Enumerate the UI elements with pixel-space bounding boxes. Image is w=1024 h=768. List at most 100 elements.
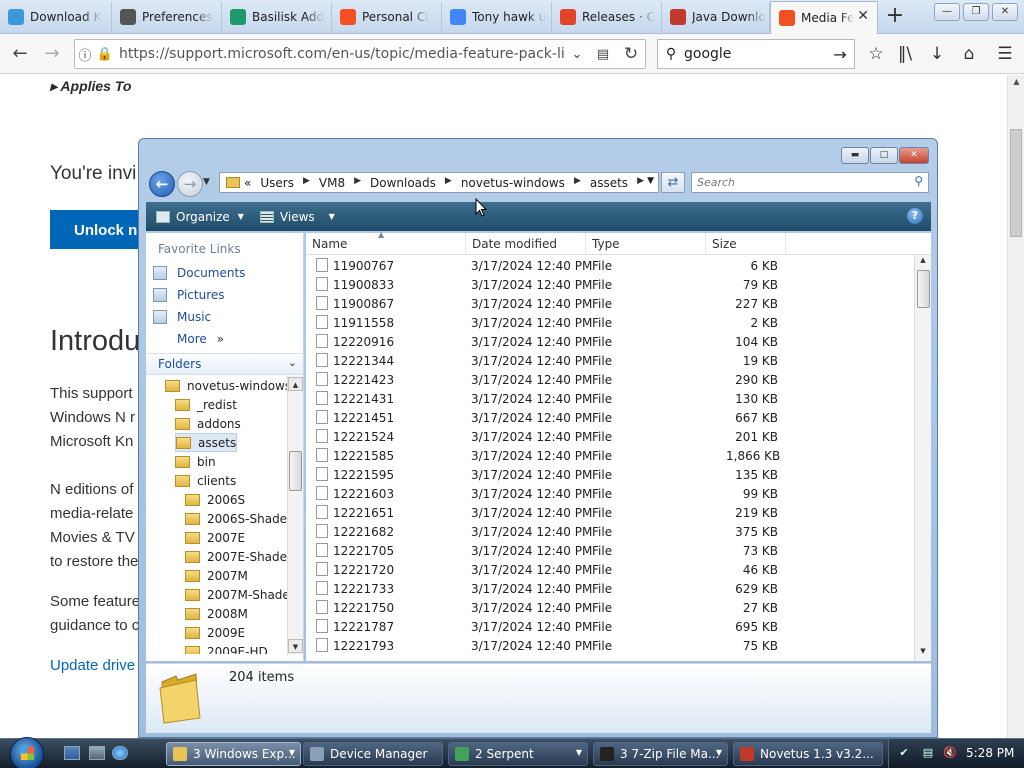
start-button[interactable] [10,737,44,768]
folder-tree-item[interactable]: 2007M-Shaders [185,585,287,604]
favorite-link-pictures[interactable]: Pictures [153,288,225,302]
table-row[interactable]: 12221793 3/17/2024 12:40 PM File 75 KB [306,636,914,655]
taskbar-button[interactable]: 2 Serpent ▼ [448,742,588,766]
close-button[interactable]: ✕ [899,147,929,164]
folder-tree-item[interactable]: bin [175,452,216,471]
address-bar[interactable]: « Users ▶ VM8 ▶ Downloads ▶ novetus-windows ▶ as… [219,172,659,193]
folder-tree-item[interactable]: 2009E [185,623,245,642]
folder-tree-item[interactable]: addons [175,414,241,433]
maximize-button[interactable]: □ [870,147,898,164]
table-row[interactable]: 12221451 3/17/2024 12:40 PM File 667 KB [306,408,914,427]
chevron-right-icon[interactable]: ▶ [354,176,361,190]
folder-tree-item[interactable]: 2007M [185,566,248,585]
update-drivers-link[interactable]: Update drive [50,657,135,674]
downloads-icon[interactable]: ↓ [925,42,949,66]
info-icon[interactable]: ⓘ [75,45,95,64]
taskbar-button[interactable]: 3 7-Zip File Ma... ▼ [593,742,728,766]
table-row[interactable]: 12221682 3/17/2024 12:40 PM File 375 KB [306,522,914,541]
table-row[interactable]: 12221431 3/17/2024 12:40 PM File 130 KB [306,389,914,408]
folder-tree-item[interactable]: novetus-windows [165,376,287,395]
chevron-down-icon[interactable]: ▼ [716,748,722,757]
table-row[interactable]: 12221344 3/17/2024 12:40 PM File 19 KB [306,351,914,370]
history-dropdown-icon[interactable]: ▼ [203,177,210,187]
table-row[interactable]: 12221585 3/17/2024 12:40 PM File 1,866 KB [306,446,914,465]
breadcrumb-item[interactable]: Downloads [370,176,436,190]
scroll-up-icon[interactable]: ▲ [288,377,303,391]
network-icon[interactable]: ▤ [921,746,935,760]
browser-tab[interactable]: Java Downlo [662,2,770,32]
minimize-button[interactable]: — [934,3,960,21]
folder-tree-item[interactable]: assets [175,433,238,452]
scroll-up-icon[interactable]: ▲ [1008,77,1024,86]
file-list-scrollbar[interactable]: ▲ ▼ [914,255,931,661]
bookmark-star-icon[interactable]: ☆ [864,42,888,66]
table-row[interactable]: 12221720 3/17/2024 12:40 PM File 46 KB [306,560,914,579]
breadcrumb-item[interactable]: novetus-windows [461,176,565,190]
back-arrow-icon[interactable]: ← [149,171,175,197]
favorite-link-documents[interactable]: Documents [153,266,245,280]
file-list-scroll-thumb[interactable] [917,270,930,308]
breadcrumb-item[interactable]: Users [260,176,294,190]
chevron-right-icon[interactable]: ▶ [445,176,452,190]
table-row[interactable]: 12221787 3/17/2024 12:40 PM File 695 KB [306,617,914,636]
security-shield-icon[interactable]: ✔ [897,746,911,760]
folder-tree-scroll-thumb[interactable] [289,451,302,491]
folder-tree-item[interactable]: clients [175,471,236,490]
breadcrumb-overflow[interactable]: « [244,176,251,190]
search-icon[interactable]: ⚲ [914,174,923,188]
chevron-right-icon[interactable]: ▶ [637,176,644,190]
taskbar-button[interactable]: 3 Windows Exp... ▼ [166,742,301,766]
breadcrumb-item[interactable]: assets [590,176,628,190]
folders-header[interactable]: Folders ⌄ [146,353,303,375]
refresh-icon[interactable]: ⇄ [661,172,685,193]
scroll-up-icon[interactable]: ▲ [915,256,931,264]
volume-muted-icon[interactable]: 🔇 [943,746,957,760]
folder-tree-item[interactable]: _redist [175,395,237,414]
chevron-down-icon[interactable]: ▼ [647,176,654,186]
folder-tree-scrollbar[interactable]: ▲ ▼ [287,376,303,655]
table-row[interactable]: 11900833 3/17/2024 12:40 PM File 79 KB [306,275,914,294]
table-row[interactable]: 12221524 3/17/2024 12:40 PM File 201 KB [306,427,914,446]
back-arrow-icon[interactable]: ← [6,40,34,68]
browser-tab[interactable]: Tony hawk u [442,2,552,32]
taskbar-button[interactable]: Novetus 1.3 v3.2... [733,742,883,766]
show-desktop-icon[interactable] [64,746,80,760]
table-row[interactable]: 11900767 3/17/2024 12:40 PM File 6 KB [306,256,914,275]
browser-tab[interactable]: Personal Cl [332,2,442,32]
forward-arrow-icon[interactable]: → [38,40,66,68]
help-icon[interactable]: ? [907,208,923,224]
explorer-search-input[interactable]: Search ⚲ [691,172,929,193]
views-menu[interactable]: Views ▼ [259,210,335,224]
table-row[interactable]: 12221595 3/17/2024 12:40 PM File 135 KB [306,465,914,484]
more-links-button[interactable]: More » [177,332,224,346]
url-text[interactable]: https://support.microsoft.com/en-us/topi… [119,46,565,62]
scroll-down-icon[interactable]: ▼ [915,647,931,655]
new-tab-button[interactable]: + [882,4,908,30]
table-row[interactable]: 12221423 3/17/2024 12:40 PM File 290 KB [306,370,914,389]
search-go-icon[interactable]: → [826,45,854,64]
menu-icon[interactable]: ☰ [993,42,1017,66]
taskbar-button[interactable]: Device Manager [303,742,443,766]
dropdown-icon[interactable]: ⌄ [565,47,589,62]
column-header-date-modified[interactable]: Date modified [466,233,586,255]
column-header-type[interactable]: Type [586,233,706,255]
switch-windows-icon[interactable] [89,746,105,760]
applies-to-toggle[interactable]: ▸ Applies To [50,78,131,95]
chevron-down-icon[interactable]: ▼ [289,748,295,757]
breadcrumb-item[interactable]: VM8 [319,176,345,190]
table-row[interactable]: 12221705 3/17/2024 12:40 PM File 73 KB [306,541,914,560]
home-icon[interactable]: ⌂ [957,42,981,66]
folder-tree-item[interactable]: 2006S-Shaders [185,509,287,528]
browser-tab[interactable]: Preferences [112,2,222,32]
folder-tree-item[interactable]: 2009E-HD [185,642,268,654]
table-row[interactable]: 12221750 3/17/2024 12:40 PM File 27 KB [306,598,914,617]
folder-tree-item[interactable]: 2008M [185,604,248,623]
folder-tree-item[interactable]: 2007E-Shaders [185,547,287,566]
search-input[interactable]: google [684,46,826,62]
browser-tab[interactable]: Download K [0,2,112,32]
maximize-button[interactable]: ❐ [963,3,989,21]
column-header-size[interactable]: Size [706,233,786,255]
scroll-down-icon[interactable]: ▼ [288,639,303,653]
reader-view-icon[interactable]: ▤ [589,47,617,62]
minimize-button[interactable]: ▬ [841,147,869,164]
